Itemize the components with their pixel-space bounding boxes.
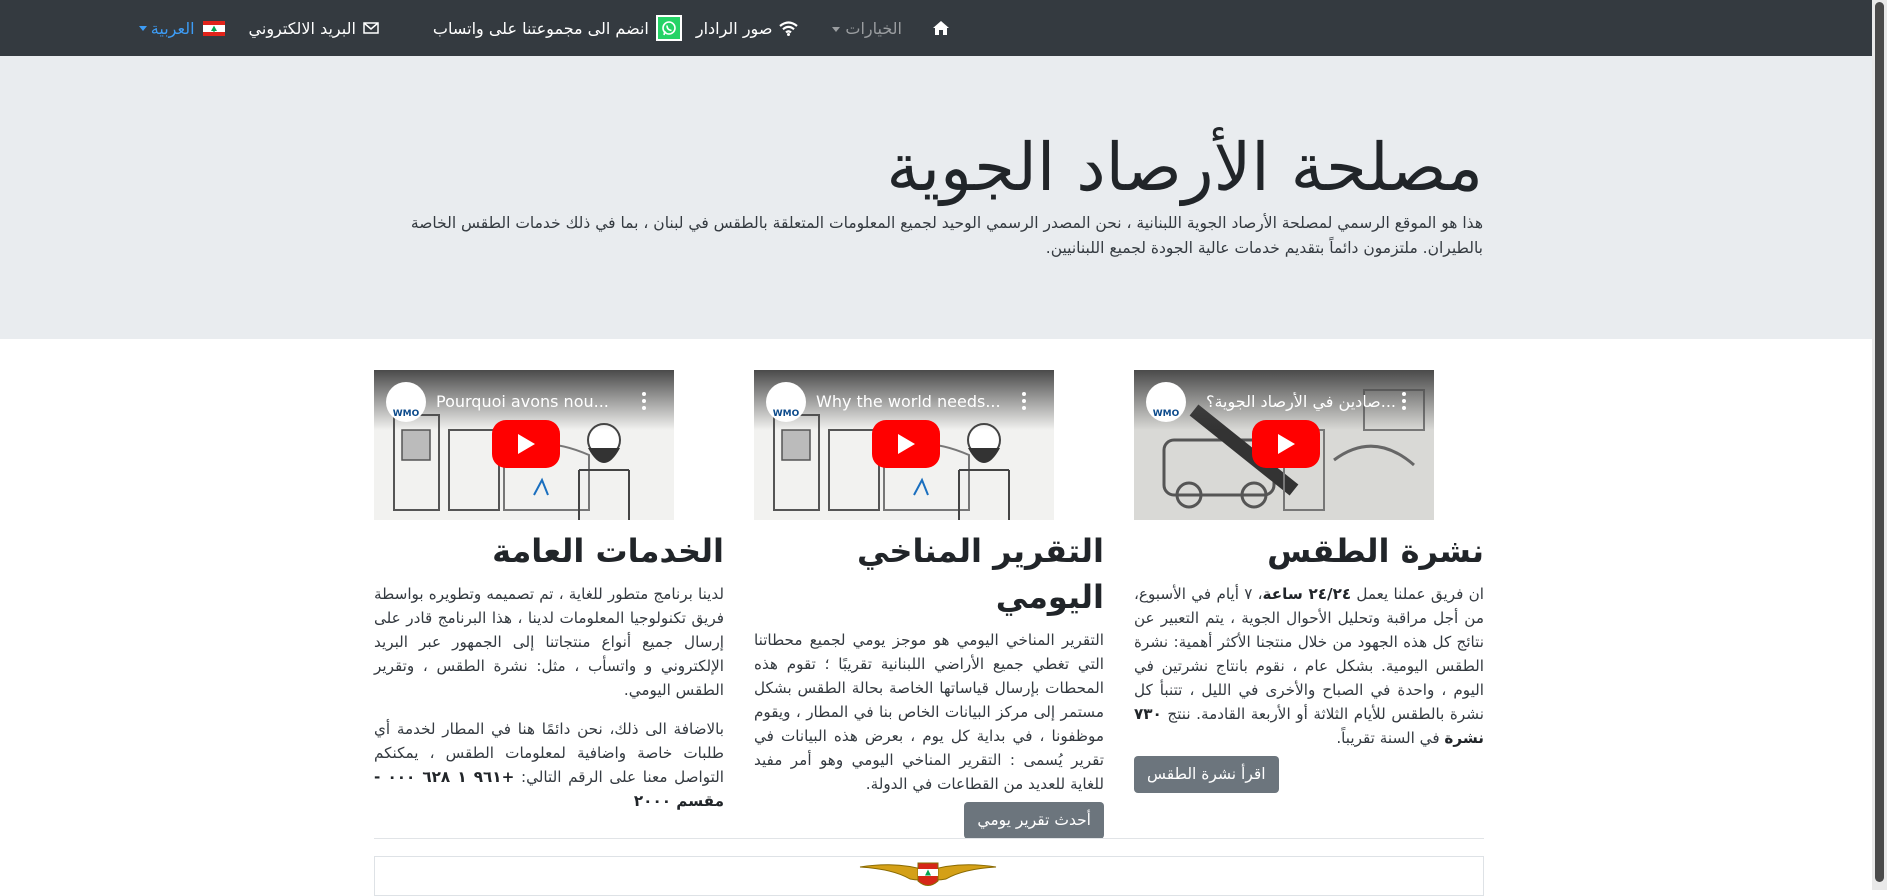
section-divider bbox=[374, 838, 1484, 839]
video-embed-pourquoi[interactable]: WMO Pourquoi avons nou... bbox=[374, 370, 674, 520]
home-icon bbox=[933, 21, 949, 35]
top-navbar: الخيارات صور الرادار انضم الى مجموعتنا ع… bbox=[0, 0, 1872, 56]
language-dropdown[interactable]: العربية bbox=[138, 0, 225, 56]
play-icon[interactable] bbox=[492, 420, 560, 468]
card-text: التقرير المناخي اليومي هو موجز يومي لجمي… bbox=[754, 631, 1104, 793]
language-label: العربية bbox=[150, 18, 195, 38]
wmo-logo: WMO bbox=[386, 382, 426, 422]
email-label: البريد الالكتروني bbox=[248, 18, 356, 38]
wmo-logo: WMO bbox=[1146, 382, 1186, 422]
hero-description: هذا هو الموقع الرسمي لمصلحة الأرصاد الجو… bbox=[410, 214, 1483, 257]
wmo-logo: WMO bbox=[766, 382, 806, 422]
card-title: الخدمات العامة bbox=[492, 532, 724, 570]
more-vert-icon[interactable] bbox=[1402, 392, 1406, 413]
card-title: التقرير المناخي اليومي bbox=[857, 532, 1104, 616]
weather-bulletin-card: WMO ...صادين في الأرصاد الجوية؟ نشرة الط… bbox=[1134, 370, 1484, 793]
card-text-bold: ٢٤/٢٤ ساعة bbox=[1262, 585, 1352, 603]
play-icon[interactable] bbox=[1252, 420, 1320, 468]
video-title[interactable]: Why the world needs... bbox=[816, 392, 1016, 411]
envelope-icon bbox=[363, 22, 379, 34]
home-link[interactable] bbox=[932, 0, 950, 56]
card-text-part: في السنة تقريباً. bbox=[1336, 729, 1445, 747]
card-text: لدينا برنامج متطور للغاية ، تم تصميمه وت… bbox=[374, 585, 724, 699]
whatsapp-group-link[interactable]: انضم الى مجموعتنا على واتساب bbox=[433, 0, 682, 56]
air-force-wings-emblem-icon bbox=[859, 862, 997, 886]
radar-images-link[interactable]: صور الرادار bbox=[696, 0, 799, 56]
scrollbar-thumb[interactable] bbox=[1875, 2, 1884, 882]
lebanon-flag-icon bbox=[202, 20, 225, 36]
public-services-card: WMO Pourquoi avons nou... الخدمات العامة… bbox=[374, 370, 724, 813]
video-title[interactable]: ...صادين في الأرصاد الجوية؟ bbox=[1196, 392, 1396, 411]
email-link[interactable]: البريد الالكتروني bbox=[249, 0, 379, 56]
more-vert-icon[interactable] bbox=[1022, 392, 1026, 413]
chevron-down-icon bbox=[138, 25, 147, 31]
whatsapp-icon bbox=[655, 15, 682, 41]
more-vert-icon[interactable] bbox=[642, 392, 646, 413]
options-dropdown[interactable]: الخيارات bbox=[832, 0, 902, 56]
daily-climate-report-card: WMO Why the world needs... التقرير المنا… bbox=[754, 370, 1104, 839]
card-text-part: ان فريق عملنا يعمل bbox=[1351, 585, 1484, 603]
play-icon[interactable] bbox=[872, 420, 940, 468]
radar-label: صور الرادار bbox=[695, 18, 773, 38]
whatsapp-label: انضم الى مجموعتنا على واتساب bbox=[432, 18, 649, 38]
chevron-down-icon bbox=[832, 26, 841, 32]
hero-jumbotron: مصلحة الأرصاد الجوية هذا هو الموقع الرسم… bbox=[0, 56, 1872, 339]
page-title: مصلحة الأرصاد الجوية bbox=[886, 129, 1483, 206]
card-text: ان فريق عملنا يعمل ٢٤/٢٤ ساعة، ٧ أيام في… bbox=[1134, 582, 1484, 750]
video-embed-why-world-needs[interactable]: WMO Why the world needs... bbox=[754, 370, 1054, 520]
latest-daily-report-button[interactable]: أحدث تقرير يومي bbox=[964, 802, 1104, 839]
card-text-part: ، ٧ أيام في الأسبوع، من أجل مراقبة وتحلي… bbox=[1134, 585, 1484, 723]
card-title: نشرة الطقس bbox=[1267, 532, 1484, 570]
options-label: الخيارات bbox=[845, 18, 902, 38]
video-embed-weather-careers[interactable]: WMO ...صادين في الأرصاد الجوية؟ bbox=[1134, 370, 1434, 520]
card-text-contact: بالاضافة الى ذلك، نحن دائمًا هنا في المط… bbox=[374, 717, 724, 813]
wifi-icon bbox=[779, 20, 799, 36]
read-bulletin-button[interactable]: اقرأ نشرة الطقس bbox=[1134, 756, 1279, 793]
video-title[interactable]: Pourquoi avons nou... bbox=[436, 392, 636, 411]
